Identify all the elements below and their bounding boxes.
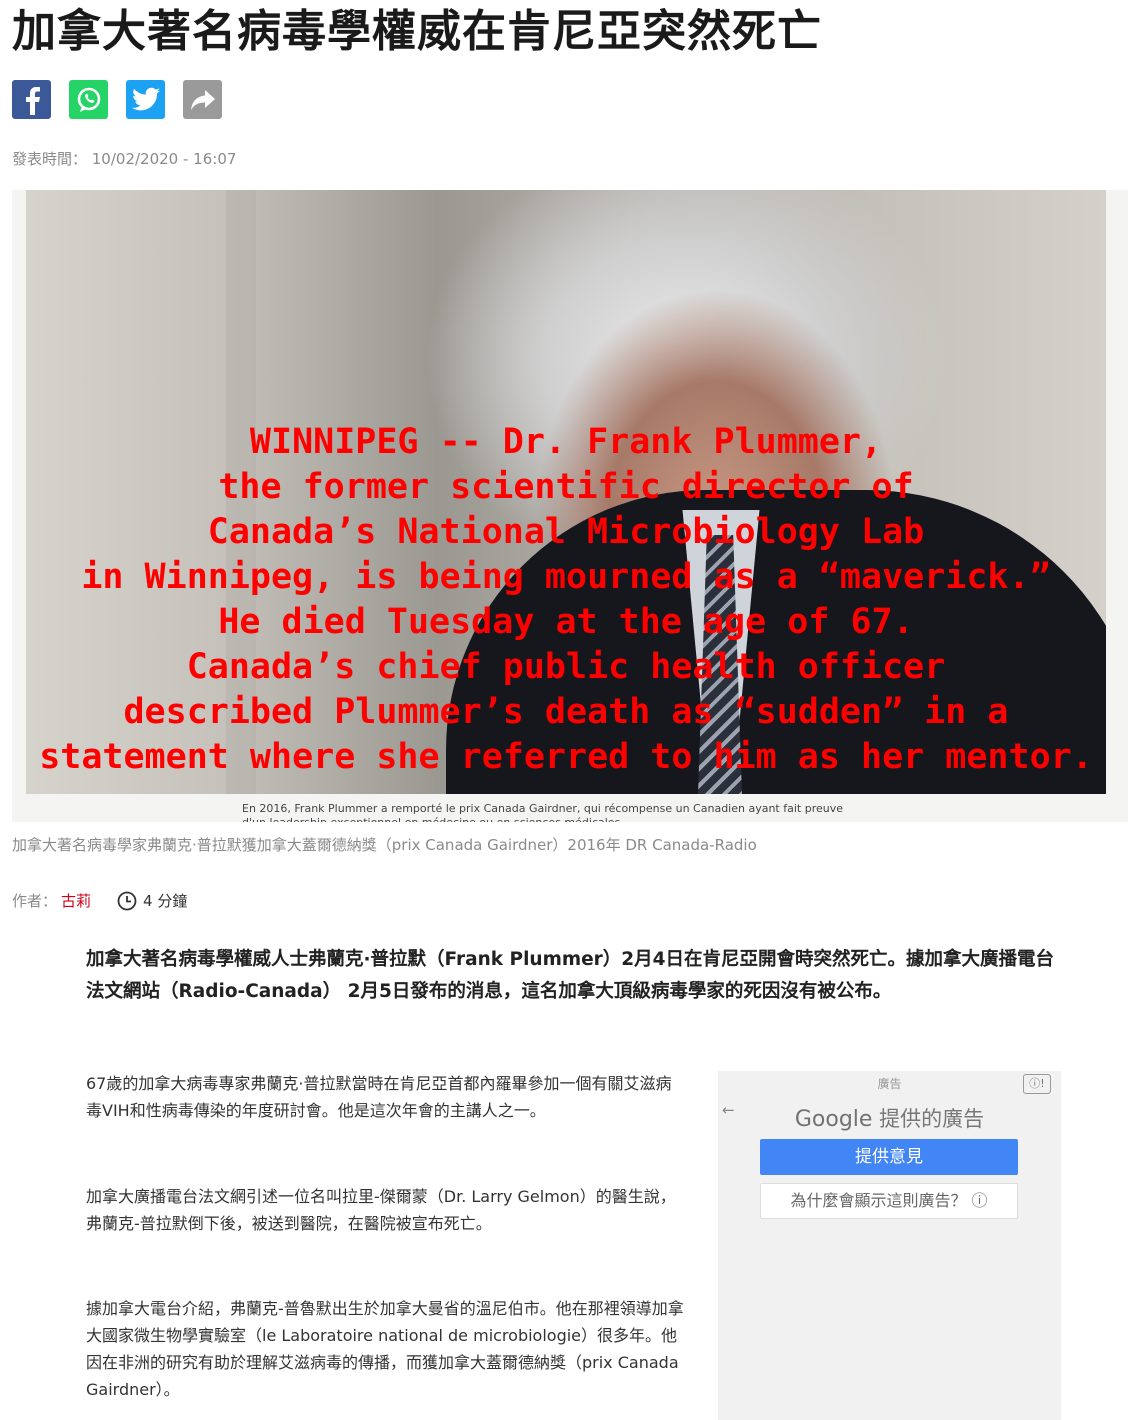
article-paragraph: 據加拿大電台介紹，弗蘭克-普魯默出生於加拿大曼省的溫尼伯市。他在那裡領導加拿大國… (86, 1299, 684, 1399)
twitter-icon (131, 87, 160, 110)
photo-overlay-text: WINNIPEG -- Dr. Frank Plummer, the forme… (26, 420, 1106, 780)
overlay-line: He died Tuesday at the age of 67. (218, 602, 914, 642)
whatsapp-share-button[interactable] (69, 80, 108, 119)
ad-provided-text: 提供的廣告 (872, 1107, 985, 1131)
ad-info-icon[interactable]: ⓘ! (1023, 1074, 1051, 1094)
article-photo: WINNIPEG -- Dr. Frank Plummer, the forme… (12, 190, 1128, 822)
twitter-share-button[interactable] (126, 80, 165, 119)
read-time: 4 分鐘 (143, 892, 188, 910)
share-button[interactable] (183, 80, 222, 119)
portrait-image: WINNIPEG -- Dr. Frank Plummer, the forme… (26, 190, 1106, 794)
clock-icon (117, 891, 137, 910)
facebook-icon (25, 86, 40, 115)
article-paragraph: 加拿大廣播電台法文網引述一位名叫拉里-傑爾蒙（Dr. Larry Gelmon）… (86, 1187, 676, 1233)
overlay-line: WINNIPEG -- Dr. Frank Plummer, (249, 422, 883, 462)
ad-panel: 廣告 ⓘ! ← Google 提供的廣告 提供意見 為什麼會顯示這則廣告？ ⓘ (718, 1071, 1061, 1420)
ad-why-button[interactable]: 為什麼會顯示這則廣告？ ⓘ (760, 1183, 1018, 1219)
publish-date: 發表時間： 10/02/2020 - 16:07 (12, 150, 237, 168)
author-label: 作者： (12, 892, 58, 910)
overlay-line: the former scientific director of (218, 467, 914, 507)
article-paragraph: 67歲的加拿大病毒專家弗蘭克·普拉默當時在肯尼亞首都內羅畢參加一個有關艾滋病毒V… (86, 1074, 672, 1120)
article-title: 加拿大著名病毒學權威在肯尼亞突然死亡 (12, 6, 822, 57)
overlay-line: statement where she referred to him as h… (39, 737, 1093, 777)
google-wordmark: Google (794, 1107, 873, 1132)
overlay-line: in Winnipeg, is being mourned as a “mave… (81, 557, 1051, 597)
ad-label: 廣告 (877, 1077, 902, 1091)
photo-caption: 加拿大著名病毒學家弗蘭克·普拉默獲加拿大蓋爾德納獎（prix Canada Ga… (12, 836, 757, 854)
ad-feedback-button[interactable]: 提供意見 (760, 1139, 1018, 1175)
whatsapp-icon (77, 87, 100, 112)
photo-inner-caption-2: d'un leadership exceptionnel en médecine… (242, 816, 624, 822)
overlay-line: Canada’s National Microbiology Lab (207, 512, 925, 552)
article-meta: 作者： 古莉 4 分鐘 (12, 890, 187, 911)
overlay-line: Canada’s chief public health officer (186, 647, 946, 687)
photo-inner-caption: En 2016, Frank Plummer a remporté le pri… (242, 802, 843, 815)
article-lead: 加拿大著名病毒學權威人士弗蘭克·普拉默（Frank Plummer）2月4日在肯… (86, 949, 1055, 1002)
overlay-line: described Plummer’s death as “sudden” in… (123, 692, 1009, 732)
facebook-share-button[interactable] (12, 80, 51, 119)
ad-provider-line: Google 提供的廣告 (718, 1103, 1061, 1133)
share-icon (190, 89, 215, 110)
author-link[interactable]: 古莉 (61, 890, 91, 911)
share-bar (12, 80, 222, 119)
